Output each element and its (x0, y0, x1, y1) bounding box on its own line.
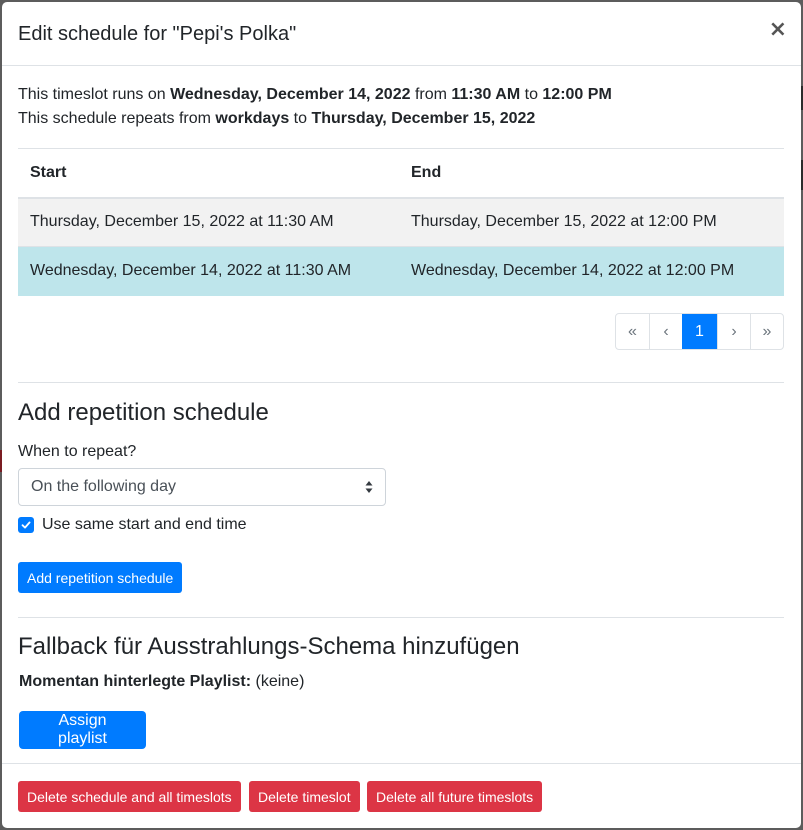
cell-start: Wednesday, December 14, 2022 at 11:30 AM (18, 246, 399, 296)
timeslot-info: This timeslot runs on Wednesday, Decembe… (18, 86, 612, 103)
same-time-checkbox[interactable] (18, 517, 34, 533)
schedule-until: Thursday, December 15, 2022 (311, 110, 536, 127)
cell-end: Wednesday, December 14, 2022 at 12:00 PM (399, 246, 784, 296)
divider (18, 617, 784, 618)
current-page-button[interactable]: 1 (682, 314, 717, 349)
timeslot-end: 12:00 PM (542, 86, 612, 103)
modal-footer: Delete schedule and all timeslots Delete… (2, 763, 801, 828)
schedule-rule: workdays (215, 110, 290, 127)
table-header-row: Start End (18, 148, 784, 199)
delete-future-timeslots-button[interactable]: Delete all future timeslots (367, 781, 543, 812)
select-arrows-icon (365, 481, 373, 493)
schedule-info: This schedule repeats from workdays to T… (18, 110, 536, 127)
playlist-value: (keine) (251, 673, 305, 690)
same-time-checkbox-row: Use same start and end time (18, 516, 247, 534)
playlist-label: Momentan hinterlegte Playlist: (19, 673, 252, 690)
first-page-button[interactable]: « (616, 314, 649, 349)
cell-end: Thursday, December 15, 2022 at 12:00 PM (399, 197, 784, 247)
repeat-select-value: On the following day (31, 478, 176, 495)
add-repetition-button[interactable]: Add repetition schedule (18, 562, 183, 593)
repeat-select[interactable]: On the following day (18, 468, 386, 506)
timeslot-date: Wednesday, December 14, 2022 (170, 86, 411, 103)
table-row-active[interactable]: Wednesday, December 14, 2022 at 11:30 AM… (18, 246, 784, 296)
column-header-end: End (399, 148, 784, 199)
checkmark-icon (21, 521, 31, 529)
pagination: « ‹ 1 › » (615, 313, 784, 350)
table-row[interactable]: Thursday, December 15, 2022 at 11:30 AM … (18, 197, 784, 247)
timeslots-table: Start End Thursday, December 15, 2022 at… (18, 148, 784, 296)
edit-schedule-modal: Edit schedule for "Pepi's Polka" × This … (2, 2, 801, 828)
last-page-button[interactable]: » (750, 314, 783, 349)
cell-start: Thursday, December 15, 2022 at 11:30 AM (18, 197, 399, 247)
divider (18, 382, 784, 383)
fallback-title: Fallback für Ausstrahlungs-Schema hinzuf… (18, 633, 520, 660)
close-button[interactable]: × (769, 18, 787, 42)
modal-header: Edit schedule for "Pepi's Polka" × (2, 2, 801, 66)
prev-page-button[interactable]: ‹ (649, 314, 682, 349)
column-header-start: Start (18, 148, 399, 199)
when-to-repeat-label: When to repeat? (18, 443, 137, 460)
assign-playlist-button[interactable]: Assign playlist (19, 711, 146, 749)
current-playlist: Momentan hinterlegte Playlist: (keine) (19, 673, 304, 691)
delete-schedule-button[interactable]: Delete schedule and all timeslots (18, 781, 241, 812)
same-time-label: Use same start and end time (42, 516, 247, 533)
delete-timeslot-button[interactable]: Delete timeslot (249, 781, 360, 812)
next-page-button[interactable]: › (717, 314, 750, 349)
timeslot-start: 11:30 AM (451, 86, 521, 103)
repetition-title: Add repetition schedule (18, 399, 269, 426)
modal-title: Edit schedule for "Pepi's Polka" (18, 23, 297, 45)
